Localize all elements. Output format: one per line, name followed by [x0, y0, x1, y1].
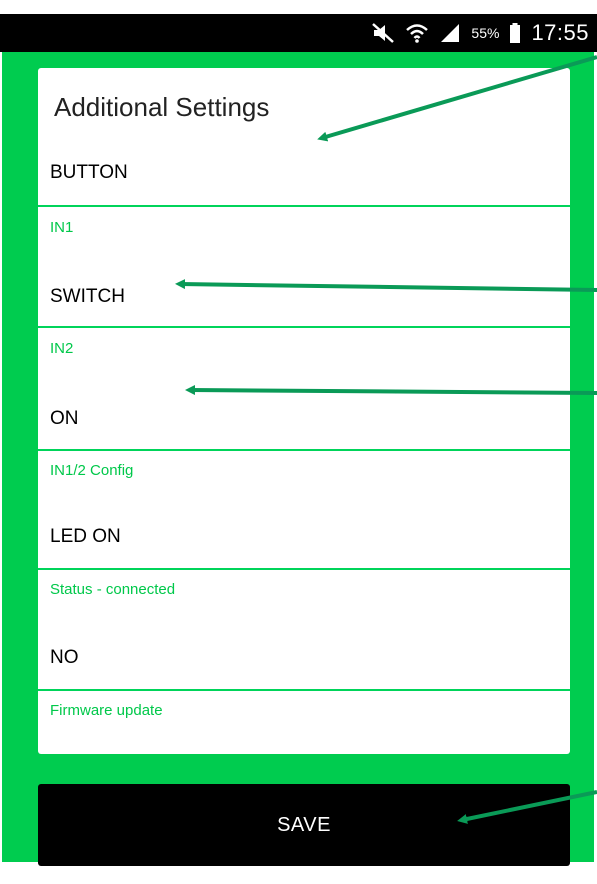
in2-value[interactable]: SWITCH — [50, 286, 125, 308]
status-connected-label: Status - connected — [50, 581, 176, 598]
signal-icon — [439, 22, 461, 44]
clock: 17:55 — [531, 20, 589, 45]
in1-label: IN1 — [50, 219, 74, 236]
divider — [38, 205, 570, 207]
status-connected-value[interactable]: LED ON — [50, 526, 121, 548]
save-button[interactable]: SAVE — [38, 784, 570, 866]
config-label: IN1/2 Config — [50, 462, 134, 479]
mute-icon — [371, 22, 395, 44]
in2-label: IN2 — [50, 340, 74, 357]
status-bar: 55% 17:55 — [0, 14, 597, 52]
config-value[interactable]: ON — [50, 408, 79, 430]
divider — [38, 568, 570, 570]
divider — [38, 326, 570, 328]
divider — [38, 689, 570, 691]
divider — [38, 449, 570, 451]
settings-card: Additional Settings BUTTON IN1 SWITCH IN… — [38, 68, 570, 754]
page-title: Additional Settings — [54, 92, 270, 122]
status-icons: 55% 17:55 — [371, 18, 589, 48]
in1-value[interactable]: BUTTON — [50, 162, 128, 184]
app-screen: 55% 17:55 Additional Settings BUTTON IN1… — [0, 0, 597, 884]
firmware-update-value[interactable]: NO — [50, 647, 79, 669]
wifi-icon — [405, 22, 429, 44]
firmware-update-label: Firmware update — [50, 702, 163, 719]
battery-percent: 55% — [471, 25, 500, 41]
battery-icon — [509, 22, 521, 44]
